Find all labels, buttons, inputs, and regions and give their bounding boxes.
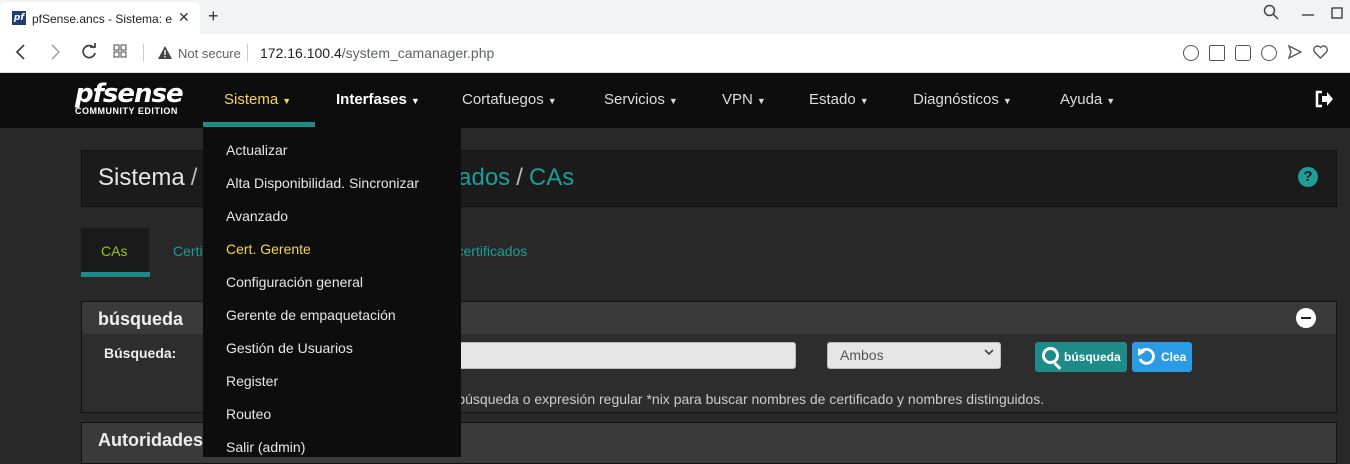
menu-item-routeo[interactable]: Routeo	[226, 406, 271, 422]
nav-interfases[interactable]: Interfases ▼	[336, 91, 420, 108]
nav-ayuda[interactable]: Ayuda ▼	[1060, 91, 1115, 108]
caret-down-icon: ▼	[756, 96, 766, 106]
clear-button-label: Clea	[1161, 350, 1187, 364]
warning-icon[interactable]	[158, 46, 172, 64]
nav-servicios-label: Servicios	[604, 91, 665, 108]
menu-item-actualizar[interactable]: Actualizar	[226, 142, 287, 158]
logout-icon[interactable]	[1314, 89, 1334, 109]
browser-tab-title: pfSense.ancs - Sistema: el a	[32, 12, 172, 26]
nav-sistema-label: Sistema	[224, 91, 279, 108]
forward-icon[interactable]	[48, 43, 62, 66]
search-scope-select[interactable]: Ambos	[827, 342, 1001, 369]
menu-item-register[interactable]: Register	[226, 373, 278, 389]
caret-down-icon: ▼	[547, 96, 557, 106]
search-icon	[1042, 347, 1059, 364]
menu-item-configuracion-general[interactable]: Configuración general	[226, 274, 363, 290]
apps-grid-icon[interactable]	[112, 43, 128, 64]
breadcrumb-root: Sistema	[98, 164, 185, 191]
caret-down-icon: ▼	[282, 96, 292, 106]
send-icon[interactable]	[1287, 44, 1303, 64]
menu-item-avanzado[interactable]: Avanzado	[226, 208, 288, 224]
nav-vpn-label: VPN	[722, 91, 753, 108]
nav-ayuda-label: Ayuda	[1060, 91, 1103, 108]
caret-down-icon: ▼	[1002, 96, 1012, 106]
tab-cas[interactable]: CAs	[81, 228, 149, 276]
tab-cas-label: CAs	[101, 243, 128, 259]
caret-down-icon: ▼	[668, 96, 678, 106]
sistema-dropdown-menu: Actualizar Alta Disponibilidad. Sincroni…	[203, 128, 461, 457]
menu-item-gerente-empaquetacion[interactable]: Gerente de empaquetación	[226, 307, 396, 323]
undo-icon	[1137, 346, 1155, 371]
caret-down-icon: ▼	[410, 96, 420, 106]
back-icon[interactable]	[14, 43, 28, 66]
address-divider	[143, 44, 144, 62]
nav-diagnosticos[interactable]: Diagnósticos ▼	[913, 91, 1012, 108]
browser-tab[interactable]: pf pfSense.ancs - Sistema: el a ✕	[0, 2, 200, 34]
collapse-icon[interactable]	[1296, 308, 1316, 328]
pfsense-favicon-icon: pf	[12, 11, 26, 25]
favorite-icon[interactable]	[1313, 45, 1328, 64]
main-navbar: pfsense COMMUNITY EDITION Sistema ▼ Inter…	[0, 73, 1350, 128]
search-panel-title: búsqueda	[98, 309, 184, 329]
active-tab-indicator	[81, 272, 150, 277]
not-secure-label[interactable]: Not secure	[178, 46, 241, 61]
help-icon[interactable]: ?	[1298, 167, 1318, 187]
breadcrumb-separator: /	[516, 164, 523, 191]
menu-item-salir[interactable]: Salir (admin)	[226, 439, 305, 455]
nav-diagnosticos-label: Diagnósticos	[913, 91, 999, 108]
nav-sistema[interactable]: Sistema ▼	[224, 91, 291, 108]
logo-subtitle: COMMUNITY EDITION	[75, 106, 178, 116]
search-label: Búsqueda:	[104, 345, 177, 361]
close-tab-icon[interactable]: ✕	[178, 9, 190, 26]
pfsense-logo[interactable]: pfsense COMMUNITY EDITION	[75, 79, 184, 116]
url-field[interactable]: 172.16.100.4/system_camanager.php	[260, 45, 494, 61]
nav-cortafuegos[interactable]: Cortafuegos ▼	[462, 91, 557, 108]
zoom-icon[interactable]	[1183, 45, 1199, 61]
clear-button[interactable]: Clea	[1132, 342, 1192, 372]
reload-icon[interactable]	[80, 43, 98, 66]
active-nav-indicator	[203, 122, 315, 127]
share-icon[interactable]	[1209, 45, 1225, 61]
search-button-label: búsqueda	[1064, 350, 1121, 364]
caret-down-icon: ▼	[859, 96, 869, 106]
nav-estado-label: Estado	[809, 91, 856, 108]
url-path: /system_camanager.php	[341, 45, 495, 61]
new-tab-button[interactable]: +	[208, 6, 219, 27]
breadcrumb-current[interactable]: CAs	[529, 164, 574, 191]
maximize-window-icon[interactable]	[1330, 6, 1344, 23]
chevron-down-icon	[984, 347, 994, 360]
caret-down-icon: ▼	[1106, 96, 1116, 106]
nav-vpn[interactable]: VPN ▼	[722, 91, 766, 108]
nav-cortafuegos-label: Cortafuegos	[462, 91, 544, 108]
search-button[interactable]: búsqueda	[1035, 342, 1127, 372]
browser-address-bar: Not secure 172.16.100.4/system_camanager…	[0, 34, 1350, 73]
menu-item-gestion-usuarios[interactable]: Gestión de Usuarios	[226, 340, 353, 356]
search-tabs-icon[interactable]	[1263, 4, 1279, 23]
url-host: 172.16.100.4	[260, 45, 342, 61]
menu-item-cert-gerente[interactable]: Cert. Gerente	[226, 241, 311, 257]
screenshot-icon[interactable]	[1235, 45, 1251, 61]
menu-item-alta-disponibilidad[interactable]: Alta Disponibilidad. Sincronizar	[226, 175, 419, 191]
breadcrumb-separator: /	[190, 164, 198, 191]
search-scope-value: Ambos	[840, 347, 884, 363]
nav-interfases-label: Interfases	[336, 91, 407, 108]
nav-servicios[interactable]: Servicios ▼	[604, 91, 678, 108]
nav-estado[interactable]: Estado ▼	[809, 91, 869, 108]
browser-tab-bar: pf pfSense.ancs - Sistema: el a ✕ +	[0, 0, 1350, 34]
minimize-window-icon[interactable]	[1301, 6, 1315, 23]
address-divider	[247, 44, 248, 62]
logo-text: pfsense	[75, 79, 184, 109]
block-icon[interactable]	[1261, 45, 1277, 61]
